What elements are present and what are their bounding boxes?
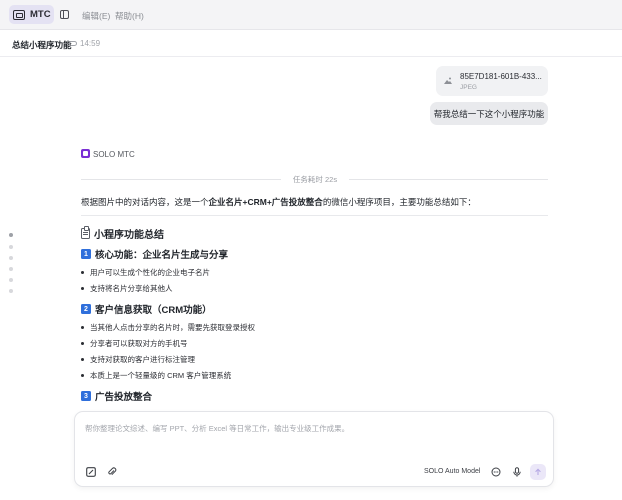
image-icon (444, 77, 452, 84)
user-message-bubble: 帮我总结一下这个小程序功能 (430, 102, 548, 125)
list-item: 当其他人点击分享的名片时，需要先获取登录授权 (81, 322, 255, 333)
attachment-icon[interactable] (107, 467, 117, 477)
cloud-sync-icon (69, 41, 77, 46)
number-badge-icon: 2 (81, 304, 91, 314)
arrow-up-icon (535, 468, 541, 475)
list-item: 支持将名片分享给其他人 (81, 283, 173, 294)
attachment-name: 85E7D181-601B-433... (460, 72, 542, 81)
bullet-icon (81, 374, 84, 377)
app-switcher-button[interactable]: MTC (9, 5, 54, 24)
summary-heading: 小程序功能总结 (81, 226, 164, 241)
list-item: 用户可以生成个性化的企业电子名片 (81, 267, 210, 278)
assistant-logo (81, 149, 90, 158)
nav-dot-3[interactable] (9, 256, 13, 260)
intro-prefix: 根据图片中的对话内容，这是一个 (81, 197, 209, 207)
section-heading-2: 2 客户信息获取（CRM功能） (81, 302, 212, 316)
edit-icon[interactable] (86, 467, 96, 477)
app-icon (13, 9, 25, 20)
assistant-intro: 根据图片中的对话内容，这是一个企业名片+CRM+广告投放整合的微信小程序项目，主… (81, 196, 476, 208)
list-item-text: 分享者可以获取对方的手机号 (90, 339, 188, 348)
bullet-icon (81, 326, 84, 329)
number-badge-icon: 3 (81, 391, 91, 401)
list-item-text: 支持对获取的客户进行标注管理 (90, 355, 195, 364)
image-attachment[interactable]: 85E7D181-601B-433... JPEG (436, 66, 548, 96)
bullet-icon (81, 287, 84, 290)
number-badge-icon: 1 (81, 249, 91, 259)
task-duration-row: 任务耗时 22s (81, 174, 548, 184)
bullet-icon (81, 358, 84, 361)
section-title: 广告投放整合 (95, 392, 153, 403)
intro-highlight: 企业名片+CRM+广告投放整合 (208, 197, 323, 207)
summary-heading-text: 小程序功能总结 (94, 230, 164, 241)
attachment-type: JPEG (460, 84, 477, 91)
user-message-text: 帮我总结一下这个小程序功能 (433, 108, 545, 119)
nav-dot-2[interactable] (9, 245, 13, 249)
assistant-name: SOLO MTC (93, 150, 135, 159)
message-composer[interactable]: 帮你整理论文综述、编写 PPT、分析 Excel 等日常工作，输出专业级工作成果… (74, 411, 554, 487)
composer-input[interactable]: 帮你整理论文综述、编写 PPT、分析 Excel 等日常工作，输出专业级工作成果… (85, 423, 349, 434)
sidebar-toggle-icon[interactable] (60, 10, 69, 19)
send-button[interactable] (530, 464, 546, 480)
bullet-icon (81, 271, 84, 274)
chat-icon[interactable] (491, 467, 501, 477)
nav-dot-6[interactable] (9, 289, 13, 293)
conversation-meta: 14:59 (69, 39, 100, 48)
list-item-text: 当其他人点击分享的名片时，需要先获取登录授权 (90, 323, 255, 332)
menu-help[interactable]: 帮助(H) (115, 10, 144, 22)
task-duration: 任务耗时 22s (292, 175, 338, 184)
conversation-time: 14:59 (80, 39, 101, 48)
list-item: 分享者可以获取对方的手机号 (81, 338, 188, 349)
nav-dot-1[interactable] (9, 233, 13, 237)
list-item-text: 支持将名片分享给其他人 (90, 284, 173, 293)
title-bar: MTC 编辑(E) 帮助(H) (0, 0, 622, 30)
model-selector[interactable]: SOLO Auto Model (424, 468, 480, 475)
nav-dot-5[interactable] (9, 278, 13, 282)
list-item: 支持对获取的客户进行标注管理 (81, 354, 195, 365)
content-divider (81, 215, 548, 216)
bullet-icon (81, 342, 84, 345)
list-item-text: 本质上是一个轻量级的 CRM 客户管理系统 (90, 371, 232, 380)
intro-suffix: 的微信小程序项目，主要功能总结如下： (322, 197, 476, 207)
menu-edit[interactable]: 编辑(E) (82, 10, 110, 22)
list-item-text: 用户可以生成个性化的企业电子名片 (90, 268, 210, 277)
section-title: 客户信息获取（CRM功能） (95, 305, 212, 316)
microphone-icon[interactable] (512, 467, 522, 477)
section-heading-1: 1 核心功能：企业名片生成与分享 (81, 247, 228, 261)
section-heading-3: 3 广告投放整合 (81, 389, 152, 403)
app-label: MTC (30, 9, 51, 20)
clipboard-icon (81, 226, 90, 239)
conversation-title: 总结小程序功能 (12, 40, 72, 50)
nav-dot-4[interactable] (9, 267, 13, 271)
section-title: 核心功能：企业名片生成与分享 (95, 250, 229, 261)
duration-line-left (81, 179, 281, 180)
duration-line-right (349, 179, 548, 180)
header-divider (0, 56, 622, 57)
list-item: 本质上是一个轻量级的 CRM 客户管理系统 (81, 370, 231, 381)
